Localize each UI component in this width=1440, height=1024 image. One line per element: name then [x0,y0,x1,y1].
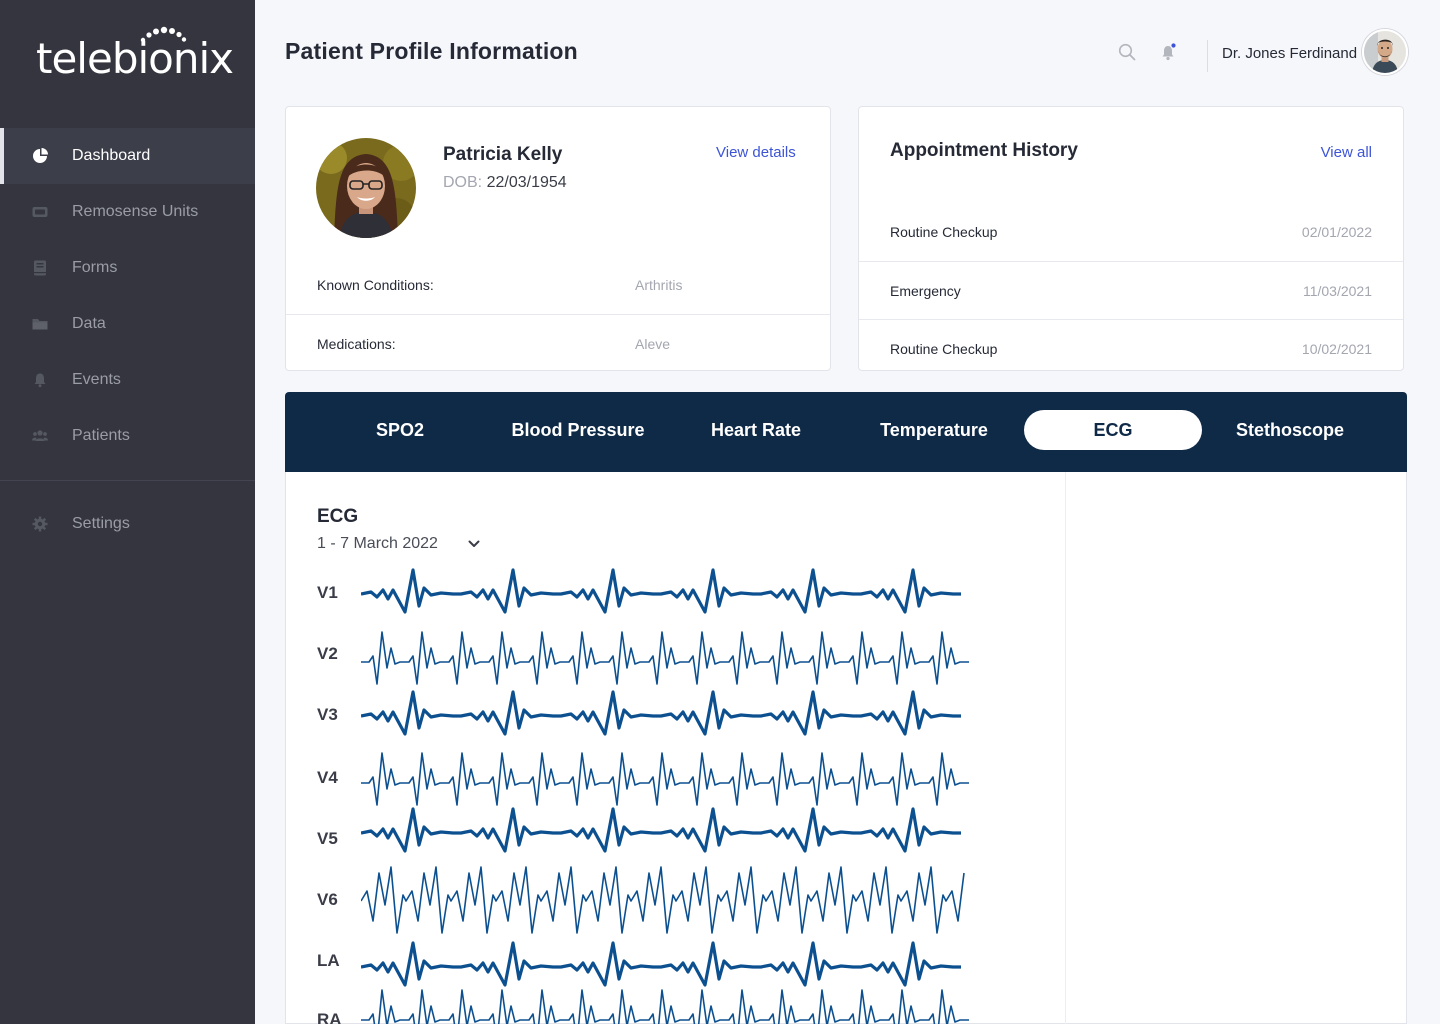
tab-temperature[interactable]: Temperature [845,410,1023,450]
sidebar-item-remosense-units[interactable]: Remosense Units [0,184,255,240]
page-title: Patient Profile Information [285,38,578,64]
view-all-link[interactable]: View all [1321,144,1372,161]
sidebar-item-label: Forms [72,259,118,276]
chevron-down-icon[interactable] [467,537,481,551]
sidebar-item-dashboard[interactable]: Dashboard [0,128,255,184]
medications-row: Medications: Aleve [286,314,830,372]
lead-label-v5: V5 [317,829,338,848]
ecg-trace-v3 [361,690,961,736]
sidebar-item-settings[interactable]: Settings [0,496,255,552]
lead-label-v2: V2 [317,644,338,663]
device-icon [32,207,48,217]
lead-label-ra: RA [317,1010,342,1024]
logo-dots-icon [140,26,187,43]
header-separator [1207,40,1208,72]
appointment-history-title: Appointment History [890,140,1078,161]
sidebar-item-label: Events [72,371,121,388]
sidebar-item-label: Patients [72,427,130,444]
sidebar-item-forms[interactable]: Forms [0,240,255,296]
medications-label: Medications: [317,335,396,352]
sidebar: telebionix Dashboard Remosense Units For… [0,0,255,1024]
tab-heart-rate[interactable]: Heart Rate [667,410,845,450]
ecg-trace-v2 [361,631,969,685]
bell-icon [34,373,46,388]
patient-dob: DOB: 22/03/1954 [443,174,567,192]
known-conditions-value: Arthritis [635,277,683,293]
patient-photo-image [316,138,416,238]
view-details-link[interactable]: View details [716,144,796,161]
appointment-date: 10/02/2021 [1301,340,1372,357]
known-conditions-label: Known Conditions: [317,277,434,293]
gear-icon [32,516,48,532]
appointment-type: Emergency [890,282,961,299]
date-range-selector[interactable]: 1 - 7 March 2022 [317,535,438,553]
sidebar-nav: Dashboard Remosense Units Forms Data Eve… [0,128,255,464]
appointment-type: Routine Checkup [890,340,998,357]
appointment-row[interactable]: Emergency 11/03/2021 [859,261,1403,319]
tab-stethoscope[interactable]: Stethoscope [1201,410,1379,450]
tab-blood-pressure[interactable]: Blood Pressure [489,410,667,450]
ecg-trace-v5 [361,807,961,853]
lead-label-v3: V3 [317,705,338,724]
appointment-history-card: Appointment History View all Routine Che… [858,106,1404,371]
lead-label-v1: V1 [317,583,338,602]
lead-label-v6: V6 [317,890,338,909]
ecg-waveform-chart [361,568,969,1024]
ecg-trace-v1 [361,568,961,614]
lead-label-la: LA [317,951,340,970]
doctor-avatar-image [1364,31,1406,73]
appointment-row[interactable]: Routine Checkup 10/02/2021 [859,319,1403,377]
dob-label: DOB: [443,174,483,191]
search-icon[interactable] [1118,43,1136,61]
dob-value: 22/03/1954 [486,174,567,191]
sidebar-item-label: Remosense Units [72,203,199,220]
sidebar-item-label: Data [72,315,106,332]
panel-divider [1065,472,1066,1024]
vitals-tab-bar: SPO2 Blood Pressure Heart Rate Temperatu… [285,392,1407,472]
ecg-panel: ECG 1 - 7 March 2022 V1 V2 V3 V4 V5 V6 L… [285,472,1407,1024]
book-icon [34,260,46,276]
tab-spo2[interactable]: SPO2 [311,410,489,450]
sidebar-item-events[interactable]: Events [0,352,255,408]
sidebar-item-patients[interactable]: Patients [0,408,255,464]
patient-avatar [316,138,416,238]
lead-label-v4: V4 [317,768,338,787]
ecg-trace-v6 [361,866,965,934]
brand-logo[interactable]: telebionix [36,26,234,83]
user-avatar[interactable] [1362,29,1408,75]
pie-chart-icon [33,148,48,163]
users-icon [32,430,48,441]
medications-value: Aleve [635,335,671,352]
tab-ecg[interactable]: ECG [1024,410,1202,450]
appointment-date: 11/03/2021 [1302,282,1372,299]
known-conditions-row: Known Conditions: Arthritis [286,256,830,314]
appointment-date: 02/01/2022 [1301,224,1372,240]
ecg-trace-ra [361,989,969,1024]
folder-icon [32,319,48,330]
user-name[interactable]: Dr. Jones Ferdinand [1222,45,1357,62]
notification-bell-icon[interactable] [1160,42,1178,62]
appointment-type: Routine Checkup [890,224,998,240]
ecg-trace-v4 [361,752,969,806]
patient-card: Patricia Kelly DOB: 22/03/1954 View deta… [285,106,831,371]
patient-name: Patricia Kelly [443,144,563,165]
sidebar-item-label: Dashboard [72,147,151,164]
ecg-trace-la [361,941,961,987]
appointment-row[interactable]: Routine Checkup 02/01/2022 [859,203,1403,261]
sidebar-divider [0,480,255,481]
notification-dot [1170,42,1177,49]
sidebar-item-data[interactable]: Data [0,296,255,352]
sidebar-item-label: Settings [72,515,130,532]
ecg-title: ECG [317,506,359,527]
